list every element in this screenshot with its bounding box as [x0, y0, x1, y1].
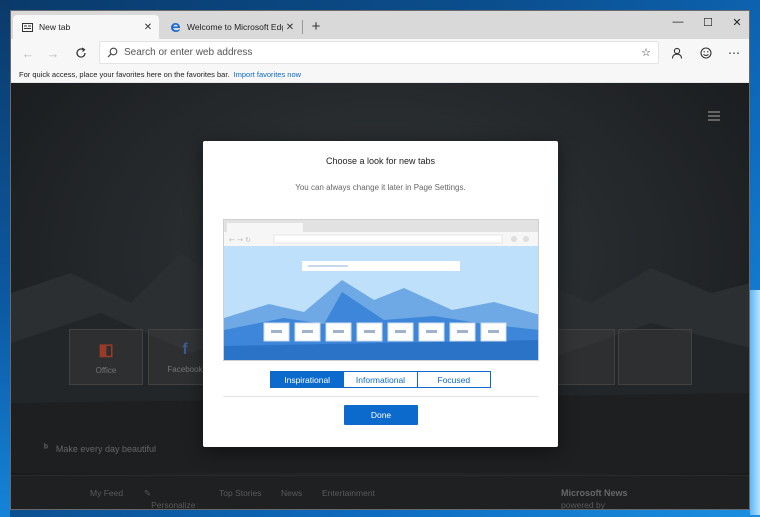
minimize-button[interactable]: —	[663, 11, 693, 33]
done-button[interactable]: Done	[344, 405, 418, 425]
back-arrow-icon[interactable]: ←	[18, 43, 38, 63]
favorite-star-icon[interactable]: ☆	[634, 46, 658, 59]
svg-text:← → ↻: ← → ↻	[229, 236, 251, 244]
address-bar[interactable]: ☆	[99, 41, 659, 64]
desktop-background-light	[750, 290, 760, 515]
option-inspirational[interactable]: Inspirational	[271, 372, 345, 387]
browser-window: New tab ✕ Welcome to Microsoft Edge Dev …	[10, 10, 750, 510]
favorites-bar: For quick access, place your favorites h…	[11, 67, 749, 83]
new-tab-look-dialog: Choose a look for new tabs You can alway…	[203, 141, 558, 447]
edge-logo-icon	[169, 22, 181, 32]
forward-arrow-icon[interactable]: →	[43, 43, 63, 63]
tab-new-tab[interactable]: New tab ✕	[13, 15, 159, 39]
maximize-button[interactable]: ☐	[693, 11, 723, 33]
more-options-icon[interactable]: ⋯	[724, 43, 744, 63]
tab-close-icon[interactable]: ✕	[141, 22, 155, 33]
tab-separator	[302, 20, 303, 34]
profile-icon[interactable]	[667, 43, 687, 63]
import-favorites-link[interactable]: Import favorites now	[234, 70, 302, 79]
address-input[interactable]	[124, 47, 634, 58]
feedback-smiley-icon[interactable]	[696, 43, 716, 63]
title-bar: New tab ✕ Welcome to Microsoft Edge Dev …	[11, 11, 749, 39]
tab-welcome[interactable]: Welcome to Microsoft Edge Dev ✕	[161, 15, 301, 39]
dialog-subtitle: You can always change it later in Page S…	[295, 183, 466, 192]
dialog-title: Choose a look for new tabs	[325, 156, 436, 166]
tab-label: New tab	[39, 22, 71, 32]
navigation-toolbar: ← → ☆ ⋯	[11, 39, 749, 67]
layout-option-selector: Inspirational Informational Focused	[270, 371, 491, 388]
refresh-icon[interactable]	[71, 43, 91, 63]
close-window-button[interactable]: ✕	[722, 11, 749, 33]
desktop-background	[0, 0, 10, 517]
layout-preview-image: ← → ↻	[223, 219, 539, 361]
option-informational[interactable]: Informational	[344, 372, 418, 387]
new-tab-button[interactable]: +	[307, 17, 325, 35]
dialog-divider	[223, 396, 538, 397]
search-icon	[100, 47, 124, 58]
favorites-bar-message: For quick access, place your favorites h…	[19, 70, 230, 79]
tab-close-icon[interactable]: ✕	[283, 22, 297, 33]
option-focused[interactable]: Focused	[418, 372, 490, 387]
tab-label: Welcome to Microsoft Edge Dev	[187, 22, 283, 32]
new-tab-page-icon	[21, 22, 33, 32]
